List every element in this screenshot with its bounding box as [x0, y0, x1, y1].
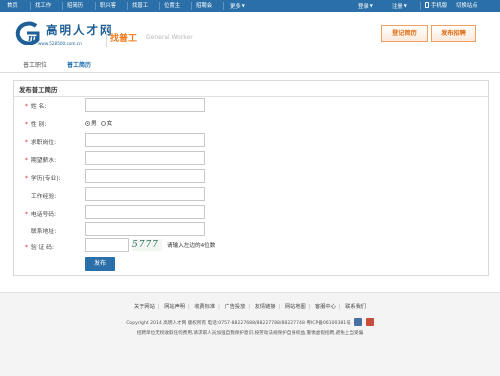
- position-label: * 求职岗位:: [25, 137, 56, 146]
- experience-input[interactable]: [85, 187, 205, 201]
- salary-input[interactable]: [85, 151, 205, 165]
- tab-worker-resumes[interactable]: 普工简历: [67, 59, 91, 73]
- phone-icon: [425, 2, 429, 8]
- captcha-hint: 请输入左边的4位数: [167, 243, 216, 249]
- experience-label-text: 工作经验:: [31, 194, 57, 200]
- login-link[interactable]: 登录▼: [358, 0, 373, 12]
- name-label: * 姓 名:: [25, 101, 46, 110]
- phone-label: * 电话号码:: [25, 209, 56, 218]
- copyright-text: Copyright 2014 高明人才网 版权所有 电话:0757-882276…: [126, 321, 351, 326]
- gender-male-label: 男: [91, 121, 97, 127]
- address-input[interactable]: [85, 222, 205, 236]
- address-label-text: 联系地址:: [31, 229, 57, 235]
- nav-separator: [127, 2, 128, 10]
- verify-badge-icon[interactable]: [365, 318, 374, 326]
- required-marker: *: [25, 212, 28, 218]
- post-job-button[interactable]: 发布招聘: [431, 25, 476, 42]
- education-label: * 学历(专业):: [25, 173, 61, 182]
- footer-link-support[interactable]: 客服中心: [315, 304, 336, 310]
- gender-label: * 性 别:: [25, 119, 46, 128]
- form-title: 发布普工简历: [19, 86, 58, 94]
- required-marker: *: [25, 158, 28, 164]
- footer-link-about[interactable]: 关于网站: [134, 304, 155, 310]
- experience-label: 工作经验:: [25, 191, 56, 200]
- nav-general-worker[interactable]: 找普工: [132, 0, 148, 12]
- register-link[interactable]: 注册▼: [392, 0, 407, 12]
- education-label-text: 学历(专业):: [30, 176, 61, 182]
- nav-career[interactable]: 职兴客: [100, 0, 116, 12]
- required-marker: *: [25, 245, 28, 251]
- tab-worker-jobs[interactable]: 普工职位: [23, 59, 47, 73]
- name-label-text: 姓 名:: [30, 104, 47, 110]
- divider: [14, 96, 488, 97]
- required-marker: *: [25, 140, 28, 146]
- captcha-label-text: 验 证 码:: [30, 245, 54, 251]
- nav-separator: [159, 2, 160, 10]
- address-label: 联系地址:: [25, 226, 56, 235]
- position-label-text: 求职岗位:: [30, 140, 57, 146]
- captcha-image[interactable]: 5777: [132, 239, 162, 251]
- nav-separator: [223, 2, 224, 10]
- nav-separator: [420, 2, 421, 10]
- site-name: 高明人才网: [46, 23, 114, 37]
- submit-button[interactable]: 发布: [85, 257, 115, 271]
- captcha-input[interactable]: [85, 238, 129, 252]
- name-input[interactable]: [85, 98, 205, 112]
- captcha-label: * 验 证 码:: [25, 242, 54, 251]
- required-marker: *: [25, 122, 28, 128]
- required-marker: *: [25, 104, 28, 110]
- footer-link-statement[interactable]: 网站声明: [164, 304, 185, 310]
- nav-job-fair[interactable]: 招聘会: [196, 0, 212, 12]
- register-resume-button[interactable]: 登记简历: [381, 25, 428, 42]
- nav-separator: [191, 2, 192, 10]
- gender-female-radio[interactable]: [100, 121, 106, 126]
- footer: 关于网站 | 网站声明 | 收费标准 | 广告投放 | 友情链接 | 网站地图 | 客服中心…: [0, 292, 500, 376]
- footer-copyright: Copyright 2014 高明人才网 版权所有 电话:0757-882276…: [0, 318, 500, 326]
- tab-bar: 普工职位 普工简历: [0, 59, 500, 73]
- login-label: 登录: [358, 4, 369, 10]
- footer-link-sitemap[interactable]: 网站地图: [285, 304, 306, 310]
- footer-link-ads[interactable]: 广告投放: [225, 304, 246, 310]
- top-nav-bar: 首页 找工作 招简历 职兴客 找普工 位置主 招聘会 更多▼ 登录▼ 注册▼ 手…: [0, 0, 500, 12]
- education-input[interactable]: [85, 169, 205, 183]
- chevron-down-icon: ▼: [241, 3, 245, 8]
- nav-find-job[interactable]: 找工作: [35, 0, 51, 12]
- nav-more-label: 更多: [230, 4, 241, 10]
- position-input[interactable]: [85, 133, 205, 147]
- nav-separator: [95, 2, 96, 10]
- register-label: 注册: [392, 4, 403, 10]
- gender-label-text: 性 别:: [30, 122, 47, 128]
- channel-subtitle: General Worker: [146, 34, 193, 41]
- footer-link-friends[interactable]: 友情链接: [255, 304, 276, 310]
- nav-location[interactable]: 位置主: [164, 0, 180, 12]
- nav-home[interactable]: 首页: [7, 0, 18, 12]
- nav-resumes[interactable]: 招简历: [67, 0, 83, 12]
- svg-text:m: m: [28, 34, 38, 44]
- phone-label-text: 电话号码:: [30, 212, 57, 218]
- footer-link-contact[interactable]: 联系我们: [345, 304, 366, 310]
- site-url: www.528500.com.cn: [38, 41, 82, 46]
- switch-site-link[interactable]: 切换站点: [456, 0, 478, 12]
- security-badge-icon[interactable]: [354, 318, 363, 326]
- gender-radio-group: 男 女: [85, 118, 112, 127]
- gender-female-label: 女: [106, 121, 113, 127]
- header-divider: [106, 25, 107, 47]
- footer-links: 关于网站 | 网站声明 | 收费标准 | 广告投放 | 友情链接 | 网站地图 | 客服中心…: [134, 304, 366, 310]
- nav-separator: [62, 2, 63, 10]
- resume-form-panel: 发布普工简历 * 姓 名: * 性 别: 男 女 * 求职岗位: * 期望薪水: * 学历…: [13, 80, 489, 276]
- mobile-label: 手机版: [431, 3, 448, 9]
- salary-label-text: 期望薪水:: [30, 158, 57, 164]
- chevron-down-icon: ▼: [403, 3, 407, 8]
- footer-link-pricing[interactable]: 收费标准: [194, 304, 215, 310]
- channel-title: 找普工: [110, 34, 138, 44]
- chevron-down-icon: ▼: [369, 3, 373, 8]
- footer-notice: 招聘单位无权收取任何费用,请求职人员加强自我保护意识,按劳动法规保护自身权益,警…: [136, 331, 364, 336]
- nav-more[interactable]: 更多▼: [230, 0, 245, 12]
- nav-separator: [30, 2, 31, 10]
- required-marker: *: [25, 176, 28, 182]
- mobile-link[interactable]: 手机版: [425, 0, 447, 12]
- phone-input[interactable]: [85, 205, 205, 219]
- gender-male-radio[interactable]: [85, 121, 90, 126]
- salary-label: * 期望薪水:: [25, 155, 56, 164]
